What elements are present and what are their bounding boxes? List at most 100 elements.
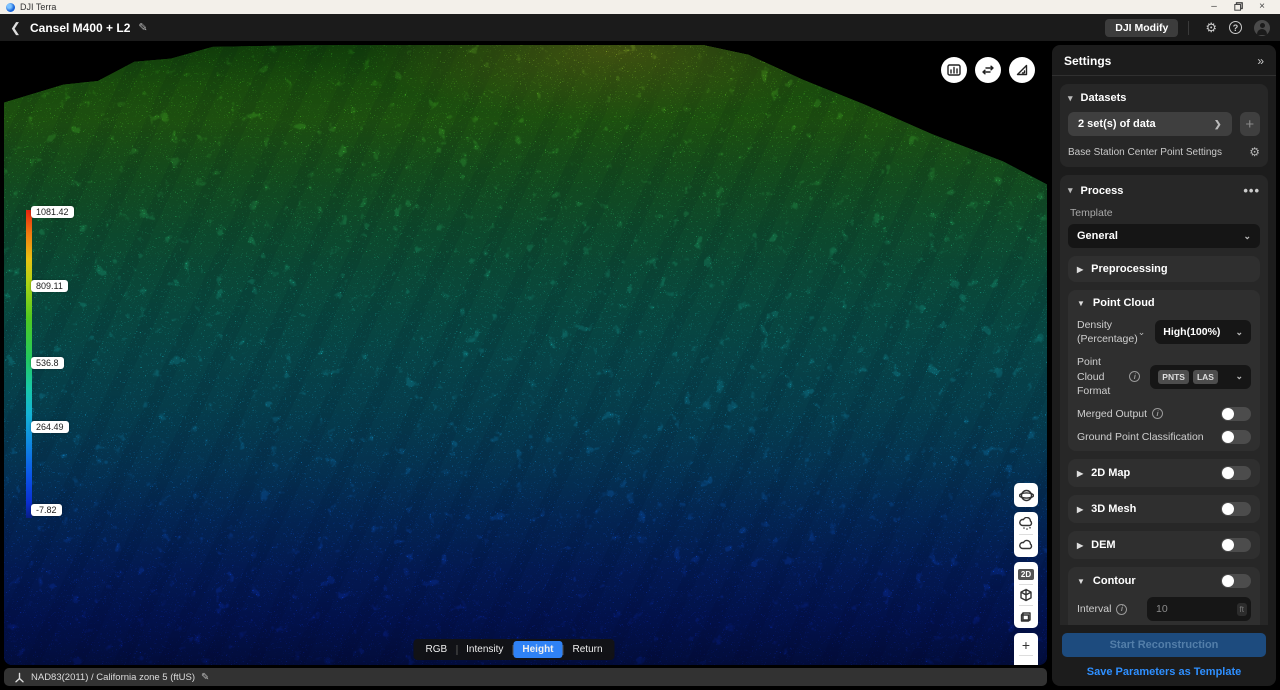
format-label: Point Cloud Format — [1077, 355, 1129, 398]
triangle-down-icon: ▼ — [1077, 299, 1085, 308]
view-2d-icon[interactable]: 2D — [1016, 564, 1036, 584]
os-titlebar: DJI Terra – × — [0, 0, 1280, 14]
edit-project-title-icon[interactable]: ✎ — [138, 21, 147, 34]
base-station-settings-icon[interactable]: ⚙ — [1249, 145, 1260, 159]
dem-label: DEM — [1091, 539, 1115, 551]
contour-section: ▼ Contour Interval i 10 ft — [1068, 567, 1260, 625]
back-icon[interactable]: ❮ — [10, 20, 30, 36]
measure-button[interactable] — [1009, 57, 1035, 83]
mode-height[interactable]: Height — [513, 641, 562, 658]
template-select[interactable]: General ⌄ — [1068, 224, 1260, 248]
density-select[interactable]: High(100%) ⌄ — [1155, 320, 1251, 344]
point-cloud-header[interactable]: ▼ Point Cloud — [1077, 297, 1251, 309]
template-value: General — [1077, 230, 1118, 242]
globe-view-icon[interactable] — [1016, 485, 1036, 505]
format-tag-las: LAS — [1193, 370, 1218, 384]
ground-classification-label: Ground Point Classification — [1077, 430, 1204, 444]
panel-scroll-area[interactable]: ▾ Datasets 2 set(s) of data ❯ + Base Sta… — [1052, 78, 1276, 625]
density-label: Density (Percentage) — [1077, 318, 1138, 346]
info-icon[interactable]: i — [1129, 371, 1140, 382]
settings-gear-icon[interactable]: ⚙ — [1205, 14, 1217, 41]
mesh-3d-label: 3D Mesh — [1091, 503, 1136, 515]
format-select[interactable]: PNTS LAS ⌄ — [1150, 365, 1251, 389]
coordinate-axes-icon — [14, 672, 25, 683]
close-button[interactable]: × — [1250, 0, 1274, 14]
3d-point-cloud-viewport[interactable]: 1081.42 809.11 536.8 264.49 -7.82 — [4, 45, 1047, 665]
info-icon[interactable]: i — [1116, 604, 1127, 615]
interval-label: Interval i — [1077, 602, 1127, 616]
elevation-tick: 809.11 — [31, 280, 68, 292]
restore-button[interactable] — [1226, 0, 1250, 14]
histogram-button[interactable] — [941, 57, 967, 83]
interval-input[interactable]: 10 ft — [1147, 597, 1251, 621]
collapse-panel-icon[interactable]: » — [1257, 54, 1264, 68]
merged-output-toggle[interactable] — [1221, 407, 1251, 421]
datasets-label: Datasets — [1081, 92, 1127, 104]
template-label: Template — [1070, 207, 1258, 219]
user-avatar[interactable] — [1254, 20, 1270, 36]
triangle-right-icon: ▶ — [1077, 541, 1083, 550]
panel-footer: Start Reconstruction Save Parameters as … — [1052, 625, 1276, 686]
ground-classification-toggle[interactable] — [1221, 430, 1251, 444]
datasets-count-label: 2 set(s) of data — [1078, 118, 1156, 130]
preprocessing-section[interactable]: ▶ Preprocessing — [1068, 256, 1260, 282]
point-cloud-speckle — [4, 45, 1047, 665]
point-cloud-icon[interactable] — [1016, 535, 1036, 555]
add-dataset-button[interactable]: + — [1240, 112, 1261, 136]
mesh-3d-toggle[interactable] — [1221, 502, 1251, 516]
triangle-right-icon: ▶ — [1077, 505, 1083, 514]
help-icon[interactable]: ? — [1229, 21, 1242, 34]
dji-modify-button[interactable]: DJI Modify — [1105, 19, 1178, 37]
base-station-label: Base Station Center Point Settings — [1068, 147, 1222, 158]
app-toolbar: ❮ Cansel M400 + L2 ✎ DJI Modify ⚙ ? — [0, 14, 1280, 41]
save-parameters-link[interactable]: Save Parameters as Template — [1062, 666, 1266, 678]
zoom-out-button[interactable]: − — [1016, 656, 1036, 665]
cube-3d-icon[interactable] — [1016, 585, 1036, 605]
map-2d-toggle[interactable] — [1221, 466, 1251, 480]
display-mode-bar: RGB Intensity Height Return — [413, 639, 614, 660]
triangle-down-icon: ▼ — [1077, 577, 1085, 586]
info-icon[interactable]: i — [1152, 408, 1163, 419]
map-2d-section[interactable]: ▶ 2D Map — [1068, 459, 1260, 487]
edit-crs-icon[interactable]: ✎ — [201, 672, 209, 683]
map-2d-label: 2D Map — [1091, 467, 1130, 479]
window-title: DJI Terra — [20, 2, 56, 12]
start-reconstruction-button[interactable]: Start Reconstruction — [1062, 633, 1266, 657]
elevation-tick: -7.82 — [31, 504, 62, 516]
datasets-list-button[interactable]: 2 set(s) of data ❯ — [1068, 112, 1232, 136]
elevation-tick: 536.8 — [31, 357, 64, 369]
elevation-tick: 264.49 — [31, 421, 69, 433]
preprocessing-label: Preprocessing — [1091, 263, 1167, 275]
viewport-quick-tools — [941, 57, 1035, 83]
interval-unit: ft — [1237, 603, 1247, 616]
mode-rgb[interactable]: RGB — [416, 641, 456, 658]
dem-toggle[interactable] — [1221, 538, 1251, 552]
viewport-side-toolbar: 2D + − — [1014, 483, 1038, 665]
chevron-down-icon: ⌄ — [1235, 371, 1243, 382]
contour-header[interactable]: ▼ Contour — [1077, 574, 1251, 588]
chevron-down-icon[interactable]: ⌄ — [1138, 327, 1146, 338]
flight-route-button[interactable] — [975, 57, 1001, 83]
interval-value: 10 — [1156, 603, 1168, 615]
dem-section[interactable]: ▶ DEM — [1068, 531, 1260, 559]
contour-label: Contour — [1093, 575, 1136, 587]
process-label: Process — [1081, 185, 1124, 197]
datasets-header[interactable]: ▾ Datasets — [1068, 92, 1260, 104]
cube-wireframe-icon[interactable] — [1016, 606, 1036, 626]
panel-title: Settings — [1064, 54, 1111, 68]
point-cloud-colored-icon[interactable] — [1016, 514, 1036, 534]
zoom-in-button[interactable]: + — [1016, 635, 1036, 655]
datasets-card: ▾ Datasets 2 set(s) of data ❯ + Base Sta… — [1060, 84, 1268, 167]
mode-return[interactable]: Return — [564, 641, 612, 658]
panel-divider — [1052, 75, 1276, 76]
contour-toggle[interactable] — [1221, 574, 1251, 588]
density-value: High(100%) — [1163, 326, 1220, 338]
toolbar-divider — [1188, 21, 1189, 35]
process-header[interactable]: ▾ Process ••• — [1068, 183, 1260, 198]
mesh-3d-section[interactable]: ▶ 3D Mesh — [1068, 495, 1260, 523]
dji-terra-logo-icon — [6, 3, 15, 12]
project-title: Cansel M400 + L2 — [30, 21, 130, 35]
process-more-icon[interactable]: ••• — [1243, 183, 1260, 198]
mode-intensity[interactable]: Intensity — [457, 641, 512, 658]
minimize-button[interactable]: – — [1202, 0, 1226, 14]
